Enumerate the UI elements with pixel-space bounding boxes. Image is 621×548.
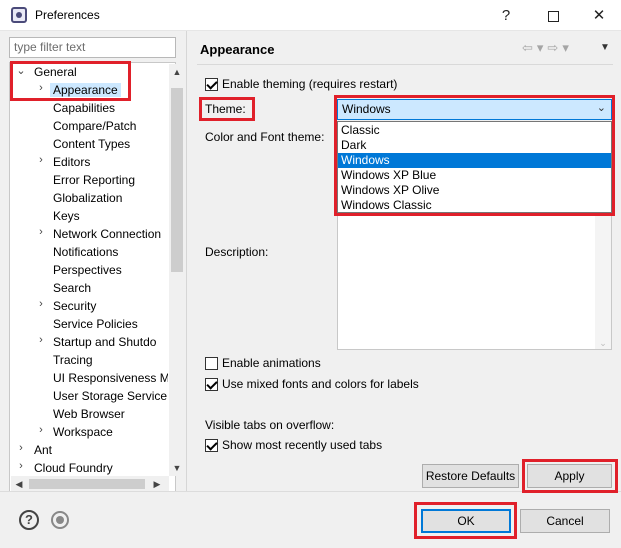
- tree-item-tracing[interactable]: Tracing: [53, 351, 93, 369]
- description-scrollbar[interactable]: ⌄: [595, 215, 611, 349]
- nav-history: ⇦▾⇨▾: [522, 40, 573, 56]
- filter-input[interactable]: type filter text: [9, 37, 176, 58]
- tree-item-editors[interactable]: Editors: [53, 153, 90, 171]
- tree-item-compare-patch[interactable]: Compare/Patch: [53, 117, 136, 135]
- tree-item-ui-responsiveness[interactable]: UI Responsiveness M: [53, 369, 168, 387]
- recent-tabs-label: Show most recently used tabs: [222, 438, 383, 452]
- scroll-down-icon[interactable]: ⌄: [595, 338, 611, 349]
- chevron-right-icon[interactable]: ›: [16, 442, 26, 454]
- separator: [197, 64, 613, 65]
- theme-select-value: Windows: [342, 102, 391, 116]
- tree-item-content-types[interactable]: Content Types: [53, 135, 130, 153]
- theme-option-classic[interactable]: Classic: [338, 123, 611, 138]
- theme-option-dark[interactable]: Dark: [338, 138, 611, 153]
- chevron-right-icon[interactable]: ›: [36, 334, 46, 346]
- scroll-up-icon[interactable]: ▲: [169, 64, 185, 80]
- chevron-right-icon[interactable]: ›: [36, 226, 46, 238]
- maximize-icon: [547, 10, 559, 22]
- tree-item-notifications[interactable]: Notifications: [53, 243, 118, 261]
- tree-item-perspectives[interactable]: Perspectives: [53, 261, 122, 279]
- visible-tabs-label: Visible tabs on overflow:: [205, 418, 335, 432]
- tree-item-security[interactable]: Security: [53, 297, 96, 315]
- theme-option-windows-xp-olive[interactable]: Windows XP Olive: [338, 183, 611, 198]
- restore-defaults-button[interactable]: Restore Defaults: [422, 464, 519, 488]
- tree-item-general[interactable]: General: [34, 63, 77, 81]
- window-title: Preferences: [35, 8, 100, 22]
- tree-item-label: General: [34, 65, 77, 79]
- recent-tabs-checkbox[interactable]: [205, 439, 218, 452]
- enable-animations-label: Enable animations: [222, 356, 321, 370]
- pane-divider[interactable]: [186, 31, 187, 491]
- theme-option-windows-classic[interactable]: Windows Classic: [338, 198, 611, 213]
- theme-option-windows-xp-blue[interactable]: Windows XP Blue: [338, 168, 611, 183]
- close-button[interactable]: ✕: [576, 0, 621, 31]
- tree-item-startup-shutdown[interactable]: Startup and Shutdo: [53, 333, 168, 351]
- tree-item-globalization[interactable]: Globalization: [53, 189, 122, 207]
- page-title: Appearance: [200, 42, 275, 57]
- tree-item-keys[interactable]: Keys: [53, 207, 80, 225]
- chevron-right-icon[interactable]: ›: [36, 154, 46, 166]
- scroll-right-icon[interactable]: ▶: [149, 476, 165, 492]
- ok-button[interactable]: OK: [421, 509, 511, 533]
- theme-dropdown-list[interactable]: Classic Dark Windows Windows XP Blue Win…: [337, 121, 612, 213]
- chevron-right-icon[interactable]: ›: [36, 82, 46, 94]
- apply-button[interactable]: Apply: [527, 464, 612, 488]
- scroll-thumb[interactable]: [29, 479, 145, 489]
- tree-item-capabilities[interactable]: Capabilities: [53, 99, 115, 117]
- tree-item-error-reporting[interactable]: Error Reporting: [53, 171, 135, 189]
- back-icon[interactable]: ⇦▾: [522, 40, 547, 55]
- chevron-down-icon[interactable]: ⌄: [16, 64, 26, 77]
- preferences-tree[interactable]: General ⌄ › Appearance Capabilities Comp…: [9, 62, 185, 492]
- scroll-down-icon[interactable]: ▼: [169, 460, 185, 476]
- footer-separator: [0, 491, 621, 492]
- enable-theming-checkbox[interactable]: [205, 78, 218, 91]
- tree-item-cloud-foundry[interactable]: Cloud Foundry: [34, 459, 113, 477]
- enable-animations-checkbox[interactable]: [205, 357, 218, 370]
- tree-item-appearance[interactable]: Appearance: [50, 81, 121, 99]
- tree-item-label: Appearance: [50, 83, 121, 97]
- theme-option-windows[interactable]: Windows: [338, 153, 611, 168]
- chevron-right-icon[interactable]: ›: [36, 298, 46, 310]
- theme-label: Theme:: [205, 102, 246, 116]
- enable-theming-label: Enable theming (requires restart): [222, 77, 398, 91]
- scroll-thumb[interactable]: [171, 88, 183, 272]
- chevron-down-icon: ⌄: [596, 102, 606, 114]
- title-bar: Preferences ? ✕: [0, 0, 621, 31]
- mixed-fonts-checkbox[interactable]: [205, 378, 218, 391]
- tree-horizontal-scrollbar[interactable]: ◀ ▶: [11, 476, 169, 492]
- tree-item-web-browser[interactable]: Web Browser: [53, 405, 125, 423]
- tree-item-service-policies[interactable]: Service Policies: [53, 315, 138, 333]
- cancel-button[interactable]: Cancel: [520, 509, 610, 533]
- view-menu-icon[interactable]: ▼: [600, 42, 610, 53]
- tree-item-user-storage[interactable]: User Storage Service: [53, 387, 168, 405]
- record-macro-icon[interactable]: [51, 511, 69, 529]
- tree-item-workspace[interactable]: Workspace: [53, 423, 113, 441]
- tree-item-ant[interactable]: Ant: [34, 441, 52, 459]
- theme-select[interactable]: Windows ⌄: [337, 99, 612, 120]
- tree-item-network-connections[interactable]: Network Connection: [53, 225, 168, 243]
- tree-item-search[interactable]: Search: [53, 279, 91, 297]
- forward-icon[interactable]: ⇨▾: [547, 40, 572, 55]
- description-label: Description:: [205, 245, 269, 259]
- scroll-left-icon[interactable]: ◀: [11, 476, 27, 492]
- eclipse-app-icon: [11, 7, 27, 23]
- mixed-fonts-label: Use mixed fonts and colors for labels: [222, 377, 419, 391]
- tree-vertical-scrollbar[interactable]: ▲ ▼: [169, 64, 185, 476]
- chevron-right-icon[interactable]: ›: [16, 460, 26, 472]
- description-text-area[interactable]: ⌄: [337, 214, 612, 350]
- color-font-theme-label: Color and Font theme:: [205, 130, 325, 144]
- maximize-button[interactable]: [530, 0, 576, 31]
- help-icon[interactable]: ?: [19, 510, 39, 530]
- chevron-right-icon[interactable]: ›: [36, 424, 46, 436]
- window-help-button[interactable]: ?: [483, 0, 529, 31]
